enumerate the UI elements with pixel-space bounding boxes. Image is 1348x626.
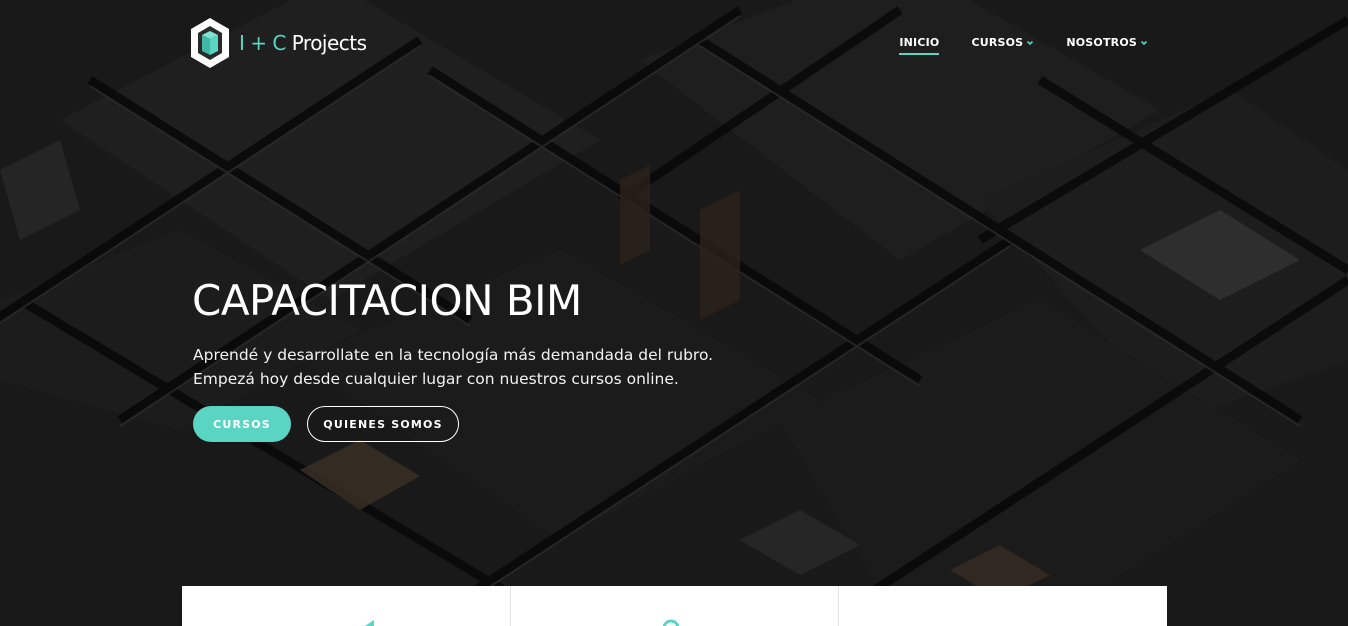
hero-title: CAPACITACION BIM <box>192 276 582 325</box>
hero-subtitle-line: Empezá hoy desde cualquier lugar con nue… <box>193 370 679 388</box>
main-nav: INICIO CURSOS NOSOTROS <box>867 36 1148 55</box>
feature-cards <box>182 586 1167 626</box>
nav-item-label: INICIO <box>899 36 940 49</box>
cursos-button[interactable]: CURSOS <box>193 406 291 442</box>
feature-icon-2 <box>662 619 679 626</box>
brand-suffix: Projects <box>291 31 367 55</box>
feature-card <box>511 586 840 626</box>
brand-prefix: I + C <box>239 31 286 55</box>
hero-subtitle-line: Aprendé y desarrollate en la tecnología … <box>193 346 714 364</box>
nav-item-label: CURSOS <box>971 36 1024 49</box>
nav-item-inicio[interactable]: INICIO <box>899 36 940 55</box>
feature-card <box>839 586 1167 626</box>
feature-icon-1 <box>365 620 374 626</box>
hero-section: I + C Projects INICIO CURSOS NOSOTROS CA… <box>0 0 1348 626</box>
nav-item-nosotros[interactable]: NOSOTROS <box>1066 36 1148 55</box>
chevron-down-icon <box>1027 40 1034 45</box>
cube-c-logo-icon <box>191 18 229 68</box>
brand-logo[interactable]: I + C Projects <box>190 17 367 69</box>
nav-item-label: NOSOTROS <box>1066 36 1137 49</box>
chevron-down-icon <box>1140 40 1148 45</box>
hero-subtitle: Aprendé y desarrollate en la tecnología … <box>193 343 713 391</box>
nav-item-cursos[interactable]: CURSOS <box>971 36 1034 55</box>
brand-name: I + C Projects <box>239 31 367 55</box>
feature-card <box>182 586 511 626</box>
quienes-somos-button[interactable]: QUIENES SOMOS <box>307 406 459 442</box>
